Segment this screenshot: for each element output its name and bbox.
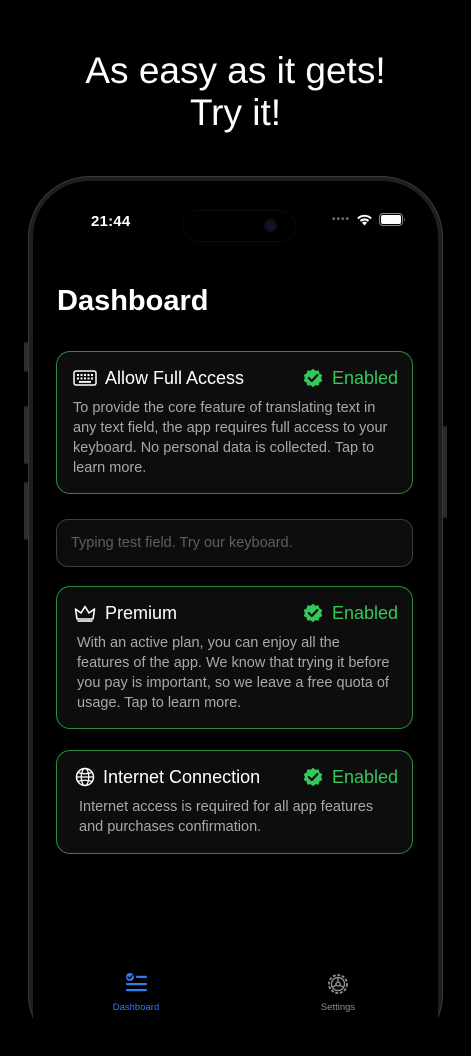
verified-check-icon: [303, 767, 323, 787]
dynamic-island: [183, 211, 295, 241]
wifi-icon: [357, 214, 372, 226]
signal-icon: ••••: [331, 213, 350, 225]
headline-line-2: Try it!: [189, 92, 282, 133]
card-description: Internet access is required for all app …: [79, 799, 374, 835]
status-badge: Enabled: [302, 367, 398, 389]
tab-settings[interactable]: Settings: [293, 971, 383, 1013]
verified-check-icon: [303, 603, 323, 623]
phone-frame: 21:44 •••• Dashboard Allow Full Access E…: [24, 176, 447, 1056]
volume-up-button: [24, 406, 28, 464]
card-full-access[interactable]: Allow Full Access Enabled To provide the…: [56, 351, 413, 494]
battery-icon: [379, 213, 405, 226]
status-text: Enabled: [331, 766, 398, 787]
status-icons: ••••: [332, 213, 406, 226]
status-badge: Enabled: [302, 766, 398, 788]
card-internet-connection[interactable]: Internet Connection Enabled Internet acc…: [56, 750, 413, 854]
card-description: To provide the core feature of translati…: [73, 400, 388, 476]
gear-icon: [328, 974, 348, 994]
tab-dashboard[interactable]: Dashboard: [91, 971, 181, 1013]
typing-test-field[interactable]: [56, 519, 413, 567]
status-text: Enabled: [331, 367, 398, 388]
headline-line-1: As easy as it gets!: [85, 50, 386, 91]
card-description: With an active plan, you can enjoy all t…: [77, 635, 390, 711]
volume-down-button: [24, 482, 28, 540]
card-header: Internet Connection Enabled: [73, 765, 398, 789]
power-button: [443, 426, 447, 518]
card-header: Premium Enabled: [73, 601, 398, 625]
crown-icon: [73, 601, 97, 625]
card-header: Allow Full Access Enabled: [73, 366, 398, 390]
card-title: Allow Full Access: [105, 367, 245, 388]
card-title: Internet Connection: [103, 766, 261, 787]
phone-screen: 21:44 •••• Dashboard Allow Full Access E…: [33, 181, 438, 1056]
page-title: Dashboard: [57, 285, 209, 317]
card-title: Premium: [105, 602, 178, 623]
card-premium[interactable]: Premium Enabled With an active plan, you…: [56, 586, 413, 729]
headline: As easy as it gets! Try it!: [0, 50, 471, 134]
front-camera-icon: [266, 221, 275, 230]
status-badge: Enabled: [302, 602, 398, 624]
tab-label: Dashboard: [112, 1002, 160, 1013]
action-button: [24, 342, 28, 372]
globe-icon: [73, 765, 97, 789]
keyboard-icon: [73, 366, 97, 390]
dashboard-icon: [126, 973, 147, 992]
verified-check-icon: [303, 368, 323, 388]
tab-label: Settings: [320, 1002, 356, 1013]
tab-bar: Dashboard Settings: [33, 971, 438, 1021]
status-text: Enabled: [331, 602, 398, 623]
status-time: 21:44: [91, 213, 131, 230]
